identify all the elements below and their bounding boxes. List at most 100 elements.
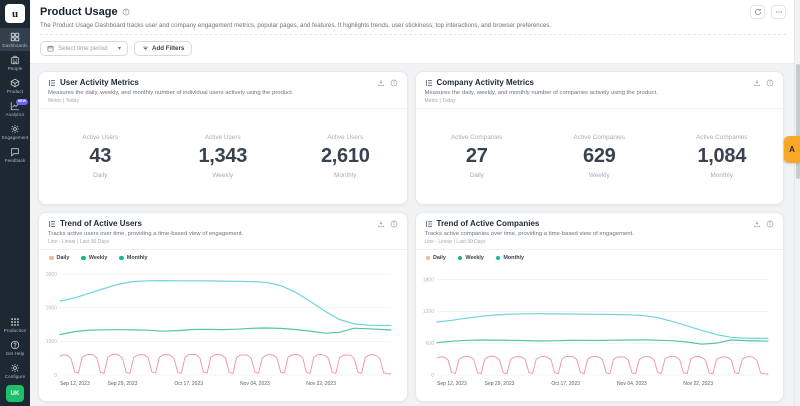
kpi-value: 629 xyxy=(583,145,615,168)
card-trend-active-users: Trend of Active Users Tracks active user… xyxy=(38,212,408,402)
metric-list-icon xyxy=(425,79,433,87)
info-icon[interactable] xyxy=(766,220,774,228)
chart-legend: Daily Weekly Monthly xyxy=(39,250,407,262)
sidebar-item-label: Engagement xyxy=(2,135,29,140)
sidebar-item-get-help[interactable]: Get Help xyxy=(0,336,30,359)
sidebar-item-label: Get Help xyxy=(6,351,25,356)
more-options-button[interactable] xyxy=(771,5,786,19)
download-icon[interactable] xyxy=(753,220,761,228)
metric-list-icon xyxy=(48,79,56,87)
svg-text:3000: 3000 xyxy=(46,272,57,278)
time-period-placeholder: Select time period xyxy=(58,45,114,52)
refresh-icon xyxy=(754,8,762,16)
card-meta: Line - Linear | Last 90 Days xyxy=(48,239,398,245)
legend-item-daily[interactable]: Daily xyxy=(49,255,69,261)
gear-icon xyxy=(10,124,20,134)
kpi-period: Monthly xyxy=(711,172,733,179)
sidebar: u Dashboards People Product NEW Analytic… xyxy=(0,0,30,406)
help-circle-icon xyxy=(10,340,20,350)
kpi-label: Active Companies xyxy=(696,134,748,141)
legend-label: Daily xyxy=(57,255,70,261)
dashboard-grid: User Activity Metrics Measures the daily… xyxy=(30,64,800,406)
page-title: Product Usage xyxy=(40,6,118,18)
kpi-monthly-active-users: Active Users 2,610 Monthly xyxy=(284,134,407,179)
trend-chart-svg: 060012001800Sep 12, 2023Sep 29, 2023Oct … xyxy=(420,263,772,389)
card-user-activity-metrics: User Activity Metrics Measures the daily… xyxy=(38,71,408,205)
legend-item-weekly[interactable]: Weekly xyxy=(458,255,484,261)
legend-item-weekly[interactable]: Weekly xyxy=(81,255,107,261)
card-description: Measures the daily, weekly, and monthly … xyxy=(48,90,398,96)
kpi-period: Weekly xyxy=(212,172,233,179)
info-icon[interactable] xyxy=(390,220,398,228)
legend-dot xyxy=(458,256,463,261)
download-icon[interactable] xyxy=(377,79,385,87)
kpi-label: Active Users xyxy=(82,134,118,141)
time-period-select[interactable]: Select time period ▾ xyxy=(40,41,128,56)
svg-text:1200: 1200 xyxy=(422,309,433,315)
info-icon[interactable] xyxy=(766,79,774,87)
sidebar-item-label: Dashboards xyxy=(2,43,27,48)
sidebar-item-feedback[interactable]: Feedback xyxy=(0,143,30,166)
legend-dot xyxy=(119,256,124,261)
gear-icon xyxy=(10,363,20,373)
card-meta: Line - Linear | Last 90 Days xyxy=(425,239,775,245)
add-filters-button[interactable]: Add Filters xyxy=(134,41,192,56)
legend-dot xyxy=(496,256,501,261)
metric-list-icon xyxy=(48,220,56,228)
legend-item-daily[interactable]: Daily xyxy=(426,255,446,261)
sidebar-item-label: Configure xyxy=(5,374,25,379)
refresh-button[interactable] xyxy=(750,5,765,19)
page-description: The Product Usage Dashboard tracks user … xyxy=(40,22,786,35)
main-content: Product Usage The Product Usage Dashboar… xyxy=(30,0,800,406)
new-badge: NEW xyxy=(16,99,28,105)
kpi-daily-active-users: Active Users 43 Daily xyxy=(39,134,162,179)
svg-text:Sep 12, 2023: Sep 12, 2023 xyxy=(60,381,90,387)
user-avatar[interactable]: UK xyxy=(6,385,24,402)
card-meta: Metric | Today xyxy=(425,98,775,104)
sidebar-item-production[interactable]: Production xyxy=(0,313,30,336)
feedback-widget-tab[interactable]: A xyxy=(784,136,800,163)
legend-item-monthly[interactable]: Monthly xyxy=(496,255,524,261)
info-icon[interactable] xyxy=(390,79,398,87)
kpi-value: 1,343 xyxy=(198,145,247,168)
svg-text:1800: 1800 xyxy=(422,277,433,283)
svg-text:Nov 04, 2023: Nov 04, 2023 xyxy=(240,381,270,387)
legend-dot xyxy=(81,256,86,261)
sidebar-item-product[interactable]: Product xyxy=(0,74,30,97)
download-icon[interactable] xyxy=(753,79,761,87)
kpi-row: Active Companies 27 Daily Active Compani… xyxy=(416,109,784,204)
sidebar-item-analytics[interactable]: NEW Analytics xyxy=(0,97,30,120)
sidebar-item-label: People xyxy=(8,66,23,71)
filter-sliders-icon xyxy=(142,45,149,52)
info-icon[interactable] xyxy=(122,8,130,16)
svg-text:Sep 12, 2023: Sep 12, 2023 xyxy=(437,381,467,387)
kpi-period: Weekly xyxy=(589,172,610,179)
legend-label: Monthly xyxy=(127,255,148,261)
sidebar-item-label: Product xyxy=(7,89,23,94)
trend-chart-users: 0100020003000Sep 12, 2023Sep 29, 2023Oct… xyxy=(39,262,407,401)
metric-list-icon xyxy=(425,220,433,228)
building-icon xyxy=(10,55,20,65)
sidebar-item-engagement[interactable]: Engagement xyxy=(0,120,30,143)
download-icon[interactable] xyxy=(377,220,385,228)
card-title: Trend of Active Users xyxy=(60,219,142,228)
scrollbar-track[interactable] xyxy=(794,0,800,406)
sidebar-item-dashboards[interactable]: Dashboards xyxy=(0,28,30,51)
card-description: Tracks active users over time, providing… xyxy=(48,231,398,237)
svg-text:Oct 17, 2023: Oct 17, 2023 xyxy=(551,381,580,387)
card-trend-active-companies: Trend of Active Companies Tracks active … xyxy=(415,212,785,402)
sidebar-item-configure[interactable]: Configure xyxy=(0,359,30,382)
legend-item-monthly[interactable]: Monthly xyxy=(119,255,147,261)
kpi-period: Monthly xyxy=(334,172,356,179)
kpi-daily-active-companies: Active Companies 27 Daily xyxy=(416,134,539,179)
trend-chart-svg: 0100020003000Sep 12, 2023Sep 29, 2023Oct… xyxy=(43,263,395,389)
kpi-label: Active Users xyxy=(327,134,363,141)
card-company-activity-metrics: Company Activity Metrics Measures the da… xyxy=(415,71,785,205)
svg-text:Oct 17, 2023: Oct 17, 2023 xyxy=(174,381,203,387)
kpi-value: 43 xyxy=(89,145,111,168)
legend-dot xyxy=(426,256,431,261)
kpi-row: Active Users 43 Daily Active Users 1,343… xyxy=(39,109,407,204)
sidebar-item-people[interactable]: People xyxy=(0,51,30,74)
app-logo[interactable]: u xyxy=(5,4,25,23)
dashboards-grid-icon xyxy=(10,32,20,42)
